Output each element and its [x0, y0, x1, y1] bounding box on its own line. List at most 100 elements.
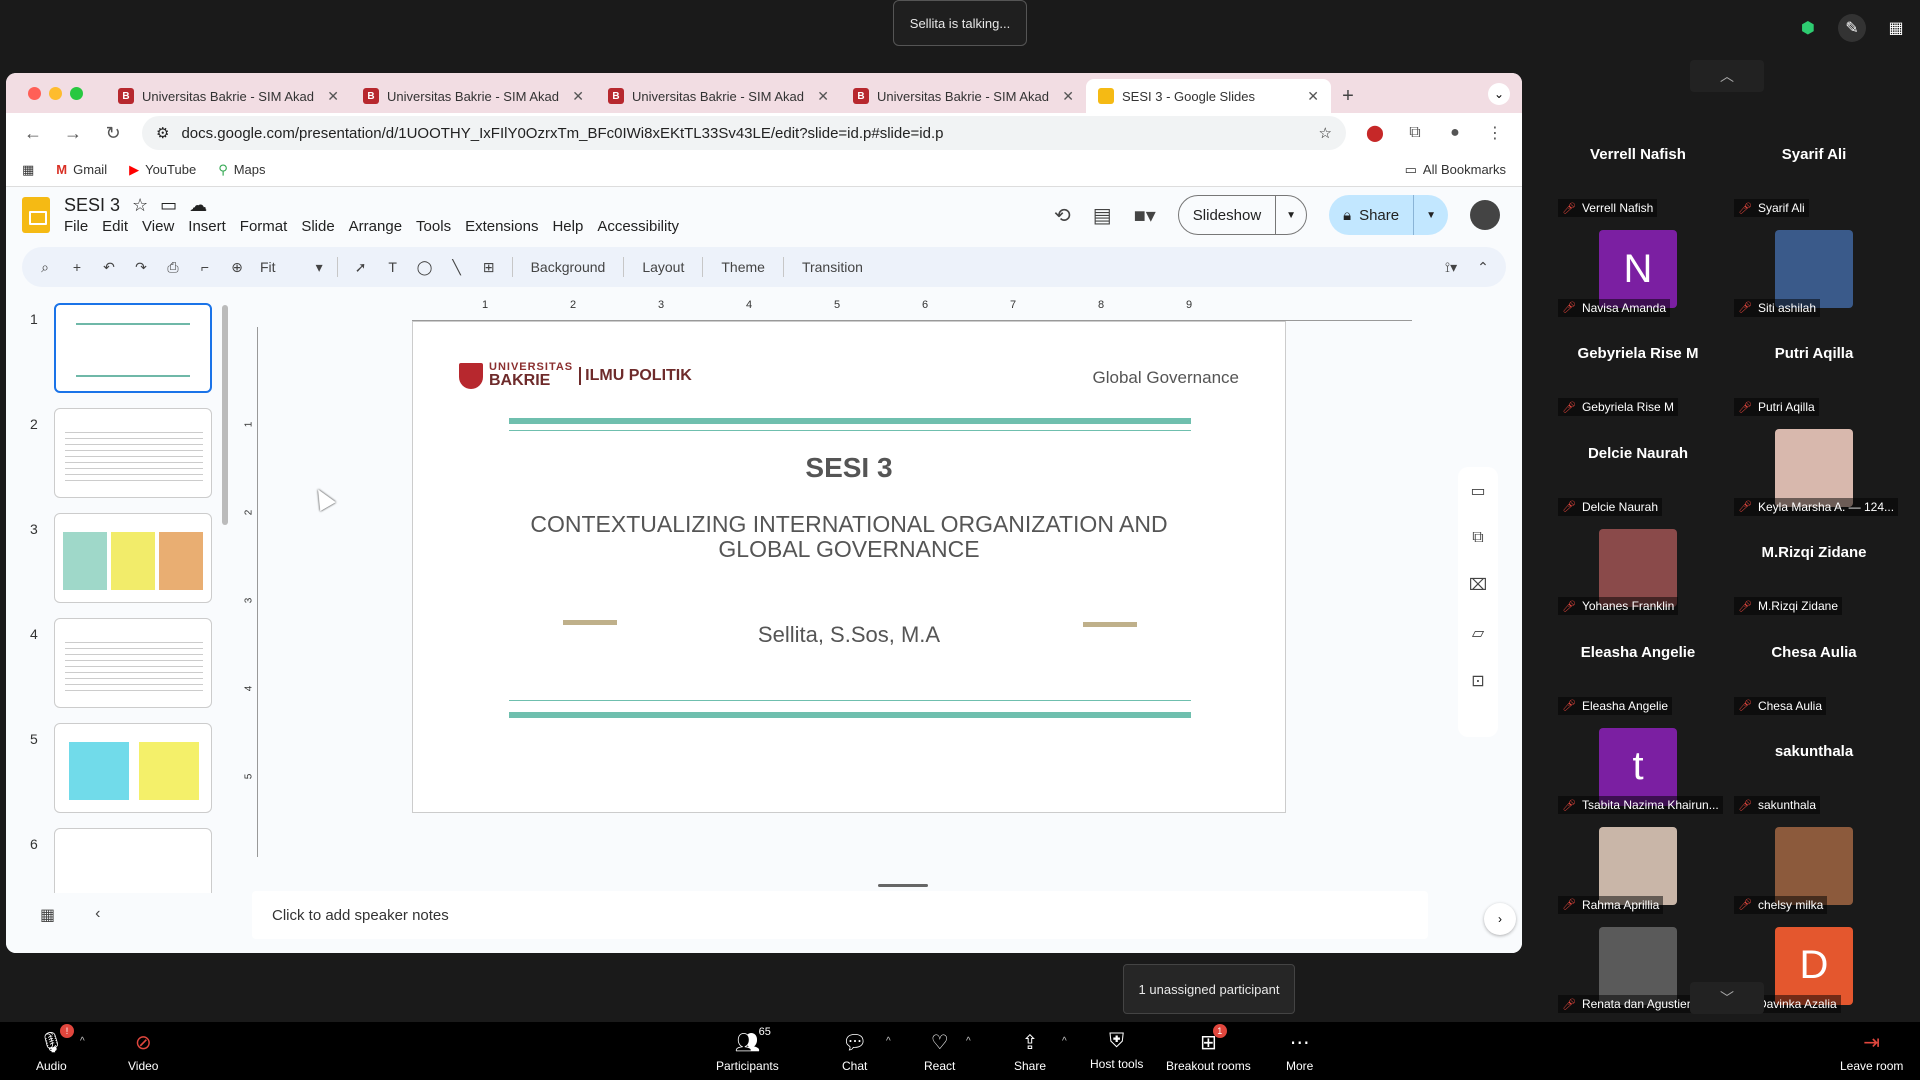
- comments-icon[interactable]: ▤: [1093, 203, 1112, 228]
- chevron-down-icon[interactable]: ▼: [1414, 210, 1448, 221]
- thumbnail-row[interactable]: 3: [30, 513, 226, 618]
- filmstrip-scrollbar[interactable]: [222, 305, 228, 525]
- search-menus-icon[interactable]: ⌕: [36, 259, 54, 276]
- theme-button[interactable]: Theme: [717, 259, 769, 275]
- host-tools-button[interactable]: ⛨ Host tools: [1090, 1030, 1143, 1071]
- security-shield-icon[interactable]: ⬢: [1794, 14, 1822, 42]
- chat-button[interactable]: 💬︎ Chat: [842, 1030, 867, 1073]
- bookmark-youtube[interactable]: ▶ YouTube: [129, 162, 196, 178]
- collapse-side-panel-icon[interactable]: ›: [1484, 903, 1516, 935]
- thumbnail-row[interactable]: 5: [30, 723, 226, 828]
- slide-thumbnail[interactable]: [54, 513, 212, 603]
- participant-tile[interactable]: 🎤︎ Keyla Marsha A. — 124...: [1726, 421, 1902, 516]
- redo-icon[interactable]: ↷: [132, 259, 150, 276]
- drive-folder-icon[interactable]: ▱: [1472, 623, 1484, 643]
- version-history-icon[interactable]: ⟲: [1054, 203, 1071, 228]
- star-icon[interactable]: ☆: [132, 195, 148, 216]
- browser-menu-icon[interactable]: ⋮: [1484, 122, 1506, 144]
- keep-icon[interactable]: ⌧: [1469, 575, 1487, 595]
- audio-button[interactable]: 🎙︎! Audio: [36, 1024, 75, 1073]
- layout-button[interactable]: Layout: [638, 259, 688, 275]
- doc-title[interactable]: SESI 3: [64, 195, 120, 216]
- add-on-icon[interactable]: ⊡: [1471, 671, 1484, 691]
- line-icon[interactable]: ╲: [448, 259, 466, 276]
- bookmark-star-icon[interactable]: ☆: [1319, 124, 1332, 142]
- thumbnail-row[interactable]: 1: [30, 303, 226, 408]
- menu-slide[interactable]: Slide: [301, 218, 334, 235]
- share-options-chevron-icon[interactable]: ^: [1062, 1036, 1067, 1047]
- participants-button[interactable]: 👥︎ 65 Participants: [716, 1026, 779, 1073]
- gallery-down-arrow-icon[interactable]: ﹀: [1690, 982, 1764, 1014]
- extensions-puzzle-icon[interactable]: ⧉: [1404, 122, 1426, 144]
- zoom-select[interactable]: Fit ▾: [260, 259, 323, 276]
- collapse-filmstrip-icon[interactable]: ‹: [95, 905, 100, 925]
- minimize-window-button[interactable]: [49, 87, 62, 100]
- pen-mode-icon[interactable]: ⟟▾: [1442, 259, 1460, 276]
- menu-arrange[interactable]: Arrange: [349, 218, 402, 235]
- react-button[interactable]: ♡ React: [924, 1030, 955, 1073]
- slide-thumbnail[interactable]: [54, 408, 212, 498]
- share-screen-button[interactable]: ⇪ Share: [1014, 1030, 1046, 1073]
- menu-file[interactable]: File: [64, 218, 88, 235]
- menu-format[interactable]: Format: [240, 218, 288, 235]
- participant-tile[interactable]: Delcie Naurah 🎤︎ Delcie Naurah: [1550, 421, 1726, 516]
- annotate-pencil-icon[interactable]: ✎: [1838, 14, 1866, 42]
- apps-grid-icon[interactable]: ▦: [22, 162, 34, 178]
- participant-tile[interactable]: 🎤︎ chelsy milka: [1726, 819, 1902, 914]
- profile-icon[interactable]: ●: [1444, 122, 1466, 144]
- text-box-icon[interactable]: T: [384, 259, 402, 275]
- react-options-chevron-icon[interactable]: ^: [966, 1036, 971, 1047]
- thumbnail-row[interactable]: 6: [30, 828, 226, 893]
- insert-comment-icon[interactable]: ⊞: [480, 259, 498, 276]
- new-tab-button[interactable]: +: [1331, 79, 1365, 113]
- captions-icon[interactable]: ▭: [1470, 481, 1485, 501]
- close-tab-icon[interactable]: ✕: [572, 88, 584, 105]
- slide-thumbnail[interactable]: [54, 303, 212, 393]
- participant-tile[interactable]: sakunthala 🎤︎ sakunthala: [1726, 719, 1902, 814]
- share-button[interactable]: 🔒︎ Share ▼: [1329, 195, 1448, 235]
- participant-tile[interactable]: M.Rizqi Zidane 🎤︎ M.Rizqi Zidane: [1726, 520, 1902, 615]
- thumbnail-row[interactable]: 4: [30, 618, 226, 723]
- browser-tab-active[interactable]: SESI 3 - Google Slides ✕: [1086, 79, 1331, 113]
- back-arrow-icon[interactable]: ←: [22, 123, 44, 144]
- close-tab-icon[interactable]: ✕: [1062, 88, 1074, 105]
- participant-tile[interactable]: N 🎤︎ Navisa Amanda: [1550, 222, 1726, 317]
- print-icon[interactable]: ⎙: [164, 259, 182, 276]
- chevron-down-icon[interactable]: ▼: [1276, 210, 1306, 221]
- slide-thumbnail[interactable]: [54, 828, 212, 893]
- leave-room-button[interactable]: ⇥ Leave room: [1840, 1030, 1903, 1073]
- meet-camera-icon[interactable]: ■▾: [1134, 203, 1156, 228]
- participant-tile[interactable]: Gebyriela Rise M 🎤︎ Gebyriela Rise M: [1550, 321, 1726, 416]
- site-info-icon[interactable]: ⚙: [156, 124, 169, 142]
- grid-view-icon[interactable]: ▦: [40, 905, 55, 925]
- slides-logo-icon[interactable]: [22, 197, 50, 233]
- browser-tab[interactable]: B Universitas Bakrie - SIM Akad ✕: [841, 79, 1086, 113]
- shape-icon[interactable]: ◯: [416, 259, 434, 276]
- maximize-window-button[interactable]: [70, 87, 83, 100]
- tab-search-icon[interactable]: ⌄: [1488, 83, 1510, 105]
- menu-extensions[interactable]: Extensions: [465, 218, 538, 235]
- account-avatar[interactable]: [1470, 200, 1500, 230]
- undo-icon[interactable]: ↶: [100, 259, 118, 276]
- new-slide-icon[interactable]: +: [68, 259, 86, 275]
- current-slide[interactable]: UNIVERSITAS BAKRIE ILMU POLITIK Global G…: [412, 321, 1286, 813]
- more-button[interactable]: ⋯ More: [1286, 1030, 1313, 1073]
- participant-tile[interactable]: Verrell Nafish 🎤︎ Verrell Nafish: [1550, 122, 1726, 217]
- menu-accessibility[interactable]: Accessibility: [597, 218, 679, 235]
- bookmark-gmail[interactable]: M Gmail: [56, 162, 107, 177]
- participant-tile[interactable]: 🎤︎ Rahma Aprillia: [1550, 819, 1726, 914]
- all-bookmarks[interactable]: ▭ All Bookmarks: [1405, 162, 1506, 178]
- close-tab-icon[interactable]: ✕: [817, 88, 829, 105]
- bookmark-maps[interactable]: ⚲ Maps: [218, 162, 265, 178]
- menu-help[interactable]: Help: [552, 218, 583, 235]
- breakout-rooms-button[interactable]: ⊞ 1 Breakout rooms: [1166, 1024, 1251, 1073]
- participant-tile[interactable]: 🎤︎ Siti ashilah: [1726, 222, 1902, 317]
- collapse-chevron-up-icon[interactable]: ⌃: [1474, 259, 1492, 276]
- participant-tile[interactable]: Eleasha Angelie 🎤︎ Eleasha Angelie: [1550, 620, 1726, 715]
- view-layout-icon[interactable]: ▦: [1882, 14, 1910, 42]
- browser-tab[interactable]: B Universitas Bakrie - SIM Akad ✕: [351, 79, 596, 113]
- thumbnail-row[interactable]: 2: [30, 408, 226, 513]
- speaker-notes[interactable]: Click to add speaker notes: [252, 891, 1428, 939]
- close-window-button[interactable]: [28, 87, 41, 100]
- background-button[interactable]: Background: [527, 259, 610, 275]
